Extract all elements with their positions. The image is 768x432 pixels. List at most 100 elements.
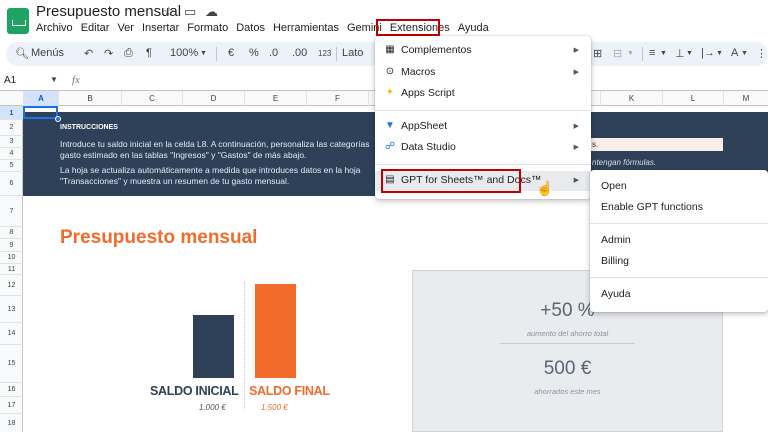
menu-item-macros[interactable]: ⊙ Macros ▶ <box>375 63 591 83</box>
row-header[interactable]: 16 <box>0 382 23 396</box>
submenu-item-ayuda[interactable]: Ayuda <box>601 288 631 300</box>
paint-format-icon[interactable]: ¶ <box>146 47 152 59</box>
more-options-icon[interactable]: ⋮ <box>756 47 767 60</box>
extensiones-highlight-box <box>376 19 440 36</box>
submenu-item-open[interactable]: Open <box>601 180 627 192</box>
borders-icon[interactable]: ⊞ <box>593 47 602 60</box>
menu-item-label: AppSheet <box>401 120 448 132</box>
menu-editar[interactable]: Editar <box>81 21 110 37</box>
merge-cells-icon[interactable]: ⊟ <box>613 47 622 60</box>
vertical-align-icon[interactable]: ⊥ <box>675 47 685 60</box>
column-header-e[interactable]: E <box>244 91 306 106</box>
extensions-menu: ▦ Complementos ▶ ⊙ Macros ▶ ✦ Apps Scrip… <box>375 36 591 199</box>
submenu-item-billing[interactable]: Billing <box>601 255 629 267</box>
row-header[interactable]: 4 <box>0 147 23 159</box>
text-wrap-icon[interactable]: |→ <box>701 47 715 59</box>
toolbar-divider <box>216 47 217 61</box>
redo-icon[interactable]: ↷ <box>104 47 113 60</box>
currency-format-button[interactable]: € <box>228 47 234 59</box>
select-all-corner[interactable] <box>0 91 23 106</box>
fill-handle[interactable] <box>55 116 61 122</box>
instructions-note: s. <box>592 140 599 149</box>
submenu-arrow-icon: ▶ <box>573 144 579 151</box>
row-header[interactable]: 17 <box>0 396 23 413</box>
undo-icon[interactable]: ↶ <box>84 47 93 60</box>
percent-format-button[interactable]: % <box>249 47 259 59</box>
chevron-down-icon[interactable]: ▼ <box>200 50 207 57</box>
document-title[interactable]: Presupuesto mensual <box>36 3 181 20</box>
print-icon[interactable]: ⎙ <box>124 47 133 60</box>
row-header[interactable]: 13 <box>0 295 23 322</box>
chevron-down-icon[interactable]: ▼ <box>686 50 693 57</box>
name-box[interactable]: A1 <box>4 75 16 86</box>
stat-label: aumento del ahorro total <box>526 329 609 338</box>
menu-herramientas[interactable]: Herramientas <box>273 21 339 37</box>
row-header[interactable]: 12 <box>0 274 23 295</box>
column-header-d[interactable]: D <box>182 91 244 106</box>
submenu-arrow-icon: ▶ <box>573 177 579 184</box>
apps-script-icon: ✦ <box>385 87 395 98</box>
search-icon[interactable]: 🔍︎ <box>15 47 29 60</box>
chevron-down-icon[interactable]: ▼ <box>627 50 634 57</box>
menu-item-apps-script[interactable]: ✦ Apps Script <box>375 84 591 104</box>
menu-datos[interactable]: Datos <box>236 21 265 37</box>
menu-archivo[interactable]: Archivo <box>36 21 73 37</box>
instructions-line: "Transacciones" y muestra un resumen de … <box>60 176 290 186</box>
sheets-logo-icon[interactable] <box>7 8 29 34</box>
move-folder-icon[interactable]: ▭ <box>184 4 196 20</box>
row-header[interactable]: 9 <box>0 238 23 251</box>
row-header[interactable]: 10 <box>0 251 23 263</box>
row-header[interactable]: 8 <box>0 226 23 238</box>
row-header[interactable]: 3 <box>0 135 23 147</box>
submenu-item-enable-gpt-functions[interactable]: Enable GPT functions <box>601 201 703 213</box>
column-header-c[interactable]: C <box>121 91 182 106</box>
menu-ver[interactable]: Ver <box>117 21 134 37</box>
row-header[interactable]: 7 <box>0 195 23 226</box>
star-icon[interactable]: ☆ <box>163 4 175 20</box>
chart-divider <box>244 282 245 410</box>
stat-value: 500 € <box>543 358 592 379</box>
chevron-down-icon[interactable]: ▼ <box>50 75 58 84</box>
text-rotation-icon[interactable]: A <box>731 47 738 59</box>
row-header[interactable]: 15 <box>0 344 23 382</box>
decrease-decimals-button[interactable]: .0 <box>269 47 278 59</box>
increase-decimals-button[interactable]: .00 <box>292 47 307 59</box>
menu-item-data-studio[interactable]: ☍ Data Studio ▶ <box>375 138 591 158</box>
row-header[interactable]: 14 <box>0 322 23 344</box>
row-header[interactable]: 5 <box>0 159 23 171</box>
appsheet-icon: ▼ <box>385 120 395 131</box>
menu-ayuda[interactable]: Ayuda <box>458 21 489 37</box>
menu-divider <box>590 277 768 278</box>
row-header[interactable]: 6 <box>0 171 23 195</box>
selected-cell-a1[interactable] <box>23 106 58 119</box>
menu-formato[interactable]: Formato <box>187 21 228 37</box>
align-left-icon[interactable]: ≡ <box>649 47 655 59</box>
instructions-line: La hoja se actualiza automáticamente a m… <box>60 165 361 175</box>
cloud-status-icon[interactable]: ☁ <box>205 4 218 20</box>
column-header-m[interactable]: M <box>723 91 768 106</box>
column-header-a[interactable]: A <box>23 91 58 106</box>
row-header[interactable]: 18 <box>0 413 23 432</box>
menu-item-label: Complementos <box>401 44 472 56</box>
instructions-line: gasto estimado en las tablas "Ingresos" … <box>60 150 307 160</box>
row-header[interactable]: 11 <box>0 263 23 274</box>
column-header-k[interactable]: K <box>600 91 662 106</box>
submenu-arrow-icon: ▶ <box>573 69 579 76</box>
menus-search-label[interactable]: Menús <box>31 47 64 59</box>
row-header[interactable]: 2 <box>0 119 23 135</box>
column-header-b[interactable]: B <box>58 91 121 106</box>
submenu-item-admin[interactable]: Admin <box>601 234 631 246</box>
font-select[interactable]: Lato <box>342 47 363 59</box>
number-format-button[interactable]: 123 <box>318 49 331 58</box>
column-header-l[interactable]: L <box>662 91 723 106</box>
highlighted-cell <box>590 138 723 151</box>
column-header-f[interactable]: F <box>306 91 368 106</box>
chevron-down-icon[interactable]: ▼ <box>741 50 748 57</box>
zoom-select[interactable]: 100% <box>170 47 198 59</box>
chevron-down-icon[interactable]: ▼ <box>716 50 723 57</box>
row-header[interactable]: 1 <box>0 106 23 119</box>
chevron-down-icon[interactable]: ▼ <box>660 50 667 57</box>
menu-item-appsheet[interactable]: ▼ AppSheet ▶ <box>375 117 591 137</box>
menu-insertar[interactable]: Insertar <box>142 21 179 37</box>
menu-item-complementos[interactable]: ▦ Complementos ▶ <box>375 41 591 61</box>
